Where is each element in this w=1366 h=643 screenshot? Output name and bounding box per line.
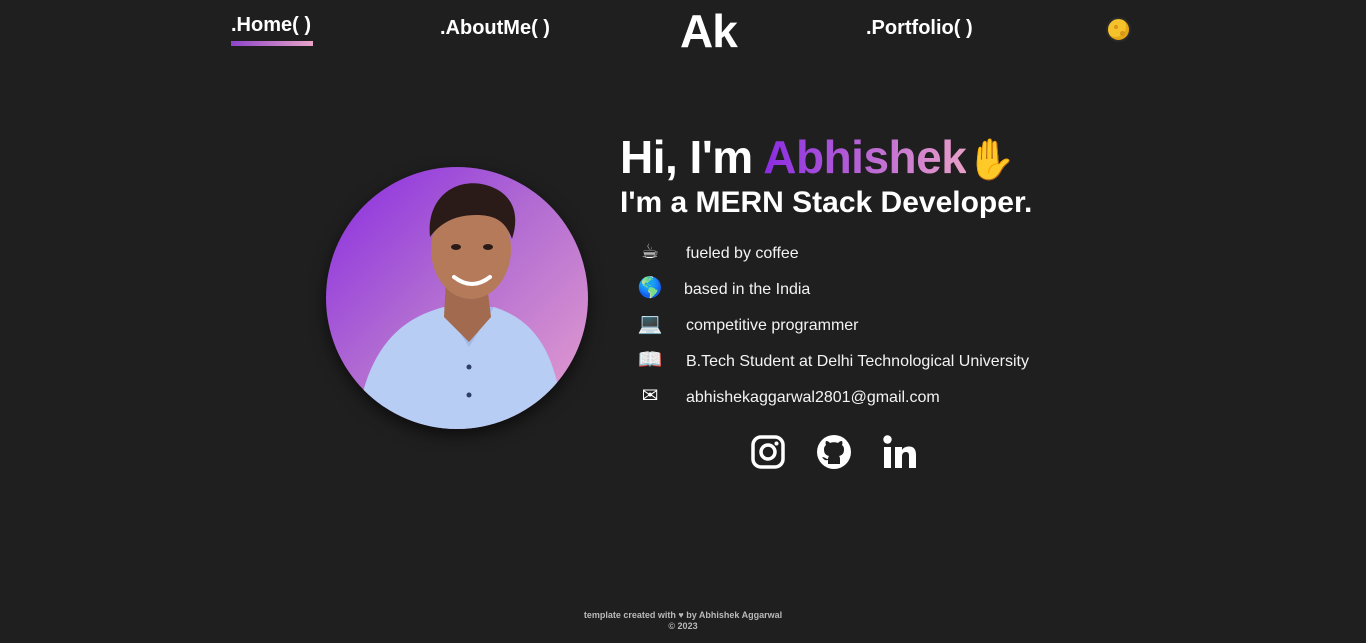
fact-text: competitive programmer: [686, 317, 859, 334]
footer-copyright: © 2023: [668, 621, 698, 631]
sun-icon[interactable]: [1106, 17, 1131, 42]
nav-portfolio-link[interactable]: .Portfolio( ): [866, 17, 973, 40]
nav-aboutme-link[interactable]: .AboutMe( ): [440, 17, 550, 40]
book-icon: 📖: [637, 349, 663, 371]
greeting-name: Abhishek: [763, 131, 967, 183]
fact-text: fueled by coffee: [686, 245, 799, 262]
fact-item: ☕ fueled by coffee: [636, 240, 1056, 270]
footer-credit: template created with ♥ by Abhishek Agga…: [583, 610, 783, 620]
linkedin-icon[interactable]: [882, 434, 918, 470]
email-link[interactable]: abhishekaggarwal2801@gmail.com: [686, 389, 940, 407]
nav-home-label: .Home( ): [231, 14, 311, 36]
fact-item: ✉ abhishekaggarwal2801@gmail.com: [636, 384, 1056, 414]
instagram-icon[interactable]: [750, 434, 786, 470]
fact-text: B.Tech Student at Delhi Technological Un…: [686, 353, 1029, 370]
nav-home-link[interactable]: .Home( ): [231, 14, 313, 46]
top-navigation: .Home( ) .AboutMe( ) Ak .Portfolio( ): [0, 0, 1366, 60]
greeting-prefix: Hi, I'm: [620, 131, 764, 183]
page-footer: template created with ♥ by Abhishek Agga…: [0, 610, 1366, 632]
profile-photo: [326, 167, 588, 429]
coffee-icon: ☕: [641, 241, 659, 263]
laptop-icon: 💻: [637, 313, 663, 335]
fact-item: 📖 B.Tech Student at Delhi Technological …: [636, 348, 1056, 378]
active-nav-underline: [231, 41, 313, 46]
fact-item: 🌎 based in the India: [636, 276, 1056, 306]
github-icon[interactable]: [816, 434, 852, 470]
globe-icon: 🌎: [637, 277, 663, 299]
site-logo[interactable]: Ak: [680, 4, 738, 58]
fact-item: 💻 competitive programmer: [636, 312, 1056, 342]
greeting-heading: Hi, I'm Abhishek✋: [620, 130, 1016, 184]
wave-icon: ✋: [966, 138, 1016, 182]
role-heading: I'm a MERN Stack Developer.: [620, 186, 1033, 219]
fact-text: based in the India: [684, 281, 811, 298]
mail-icon: ✉: [641, 385, 659, 407]
